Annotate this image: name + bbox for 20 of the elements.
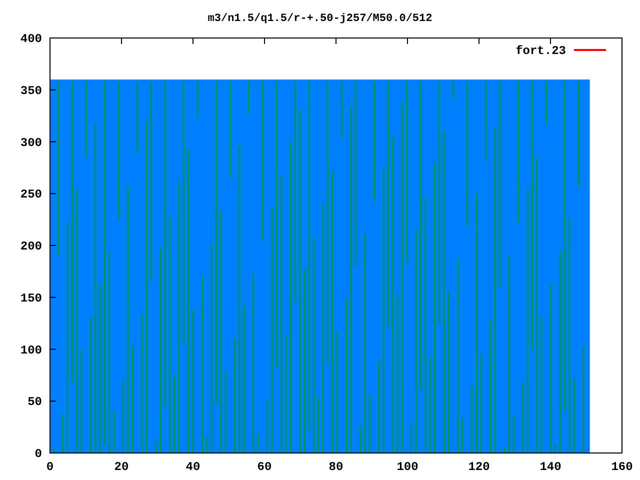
y-tick-label: 0 [34,447,42,461]
x-tick-label: 100 [396,460,418,474]
y-tick-label: 350 [20,84,42,98]
x-tick-label: 160 [611,460,633,474]
y-tick-label: 150 [20,291,42,306]
x-tick-label: 40 [186,460,200,474]
x-tick-label: 140 [540,460,562,474]
y-tick-label: 50 [28,395,42,410]
x-tick-label: 80 [328,460,344,474]
y-tick-label: 200 [20,240,42,254]
y-tick-label: 400 [20,32,42,46]
x-tick-label: 120 [468,460,490,474]
x-tick-label: 20 [114,460,129,474]
x-tick-label: 0 [46,460,54,474]
legend-label: fort.23 [516,44,566,58]
chart-title: m3/n1.5/q1.5/r-+.50-j257/M50.0/512 [208,13,432,25]
y-tick-label: 100 [20,343,42,358]
x-tick-label: 60 [257,460,272,474]
y-tick-label: 250 [20,188,42,202]
y-tick-label: 300 [20,136,42,150]
